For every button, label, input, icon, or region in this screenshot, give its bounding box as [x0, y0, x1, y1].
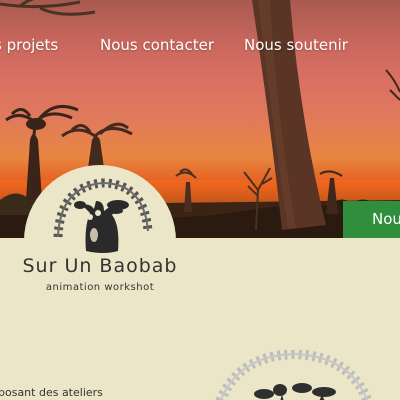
- nav-item-projets[interactable]: s projets: [0, 36, 58, 54]
- baobab-logo-icon: [53, 178, 153, 253]
- nav-item-contact[interactable]: Nous contacter: [100, 36, 214, 54]
- intro-text: posant des ateliers: [0, 386, 103, 399]
- nav-item-support[interactable]: Nous soutenir: [244, 36, 348, 54]
- baobab-watermark-icon: [215, 350, 373, 400]
- brand-tagline: animation workshot: [45, 282, 155, 293]
- cta-button[interactable]: Nous: [343, 201, 400, 238]
- brand-logo[interactable]: [24, 165, 176, 317]
- brand-title: Sur Un Baobab: [22, 255, 178, 277]
